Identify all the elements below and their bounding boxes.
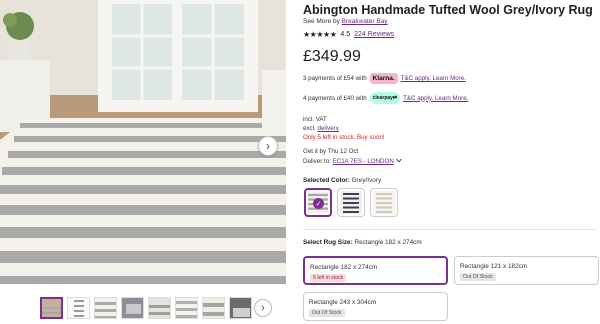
thumbnails-next-button[interactable]: › [254,299,272,317]
clearpay-payment-line: 4 payments of £40 with clearpay⇄ T&C app… [303,92,468,104]
main-product-image[interactable]: › [0,0,286,284]
swatch-navy-ivory[interactable] [337,188,365,217]
swatch-beige-ivory[interactable] [370,188,398,217]
size-option-name: Rectangle 182 x 274cm [310,264,378,271]
klarna-terms-link[interactable]: T&C apply. Learn More. [401,75,466,82]
stock-badge: Out Of Stock [309,309,345,317]
rating-row: ★★★★★ 4.5 224 Reviews [303,30,394,39]
excl-text: excl. [303,125,316,132]
see-more-label: See More by [303,18,340,25]
thumbnail[interactable] [175,297,198,319]
rating-value: 4.5 [340,31,351,38]
selected-color-value: Grey/Ivory [351,177,382,184]
divider [303,229,597,230]
reviews-link[interactable]: 224 Reviews [354,31,394,38]
clearpay-text: 4 payments of £40 with [303,94,367,102]
chevron-right-icon: › [266,139,270,153]
klarna-payment-line: 3 payments of £54 with Klarna. T&C apply… [303,73,466,84]
size-option-name: Rectangle 121 x 182cm [460,263,528,270]
size-option-121x182[interactable]: Rectangle 121 x 182cm Out Of Stock [454,256,599,285]
check-icon: ✓ [313,198,324,209]
thumbnail[interactable] [94,297,117,319]
delivery-estimate: Get it by Thu 12 Oct Deliver to: EC1A 7E… [303,147,402,166]
thumbnail[interactable] [229,297,252,319]
selected-size: Select Rug Size: Rectangle 182 x 274cm [303,239,422,246]
thumbnail[interactable] [121,297,144,319]
chevron-down-icon[interactable] [395,158,402,165]
star-rating-icon: ★★★★★ [303,30,337,39]
size-option-name: Rectangle 243 x 304cm [309,299,377,306]
thumbnail[interactable] [40,297,63,319]
stock-badge: 5 left in stock [310,274,347,282]
stock-warning: Only 5 left in stock. Buy soon! [303,134,385,141]
size-option-243x304[interactable]: Rectangle 243 x 304cm Out Of Stock [303,292,448,321]
thumbnail[interactable] [67,297,90,319]
postcode-selector[interactable]: EC1A 7ES - LONDON [333,158,394,165]
deliver-to-label: Deliver to: [303,157,331,165]
image-gallery: › › [0,0,292,324]
brand-line: See More by Breakwater Bay [303,18,388,25]
get-it-by: Get it by Thu 12 Oct [303,148,359,155]
thumbnail-strip [40,297,252,319]
size-label: Select Rug Size: [303,239,353,246]
size-option-182x274[interactable]: Rectangle 182 x 274cm 5 left in stock [303,256,448,285]
swatch-grey-ivory[interactable]: ✓ [304,188,332,217]
vat-info: incl. VAT excl. delivery Only 5 left in … [303,115,385,142]
klarna-text: 3 payments of £54 with [303,75,367,82]
stock-badge: Out Of Stock [460,273,496,281]
brand-link[interactable]: Breakwater Bay [342,18,388,25]
clearpay-logo: clearpay⇄ [369,92,401,104]
size-value: Rectangle 182 x 274cm [354,239,422,246]
selected-color-label: Selected Color: [303,177,350,184]
selected-color: Selected Color: Grey/Ivory [303,177,381,184]
thumbnail[interactable] [148,297,171,319]
clearpay-terms-link[interactable]: T&C apply. Learn More. [403,95,468,102]
next-image-button[interactable]: › [258,136,278,156]
chevron-right-icon: › [261,302,265,314]
delivery-link[interactable]: delivery [317,125,338,132]
vat-text: incl. VAT [303,116,327,123]
klarna-logo: Klarna. [369,73,398,84]
color-swatches: ✓ [304,188,398,217]
price: £349.99 [303,48,361,65]
thumbnail[interactable] [202,297,225,319]
product-title: Abington Handmade Tufted Wool Grey/Ivory… [303,3,593,17]
